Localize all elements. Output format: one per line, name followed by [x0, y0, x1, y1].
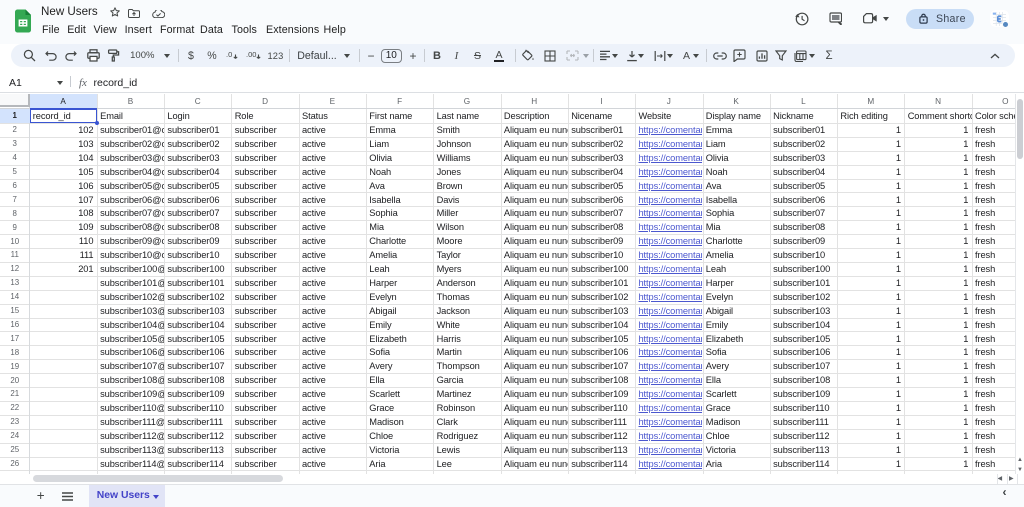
svg-text:.00: .00: [246, 50, 256, 59]
svg-text:.0: .0: [226, 50, 232, 59]
